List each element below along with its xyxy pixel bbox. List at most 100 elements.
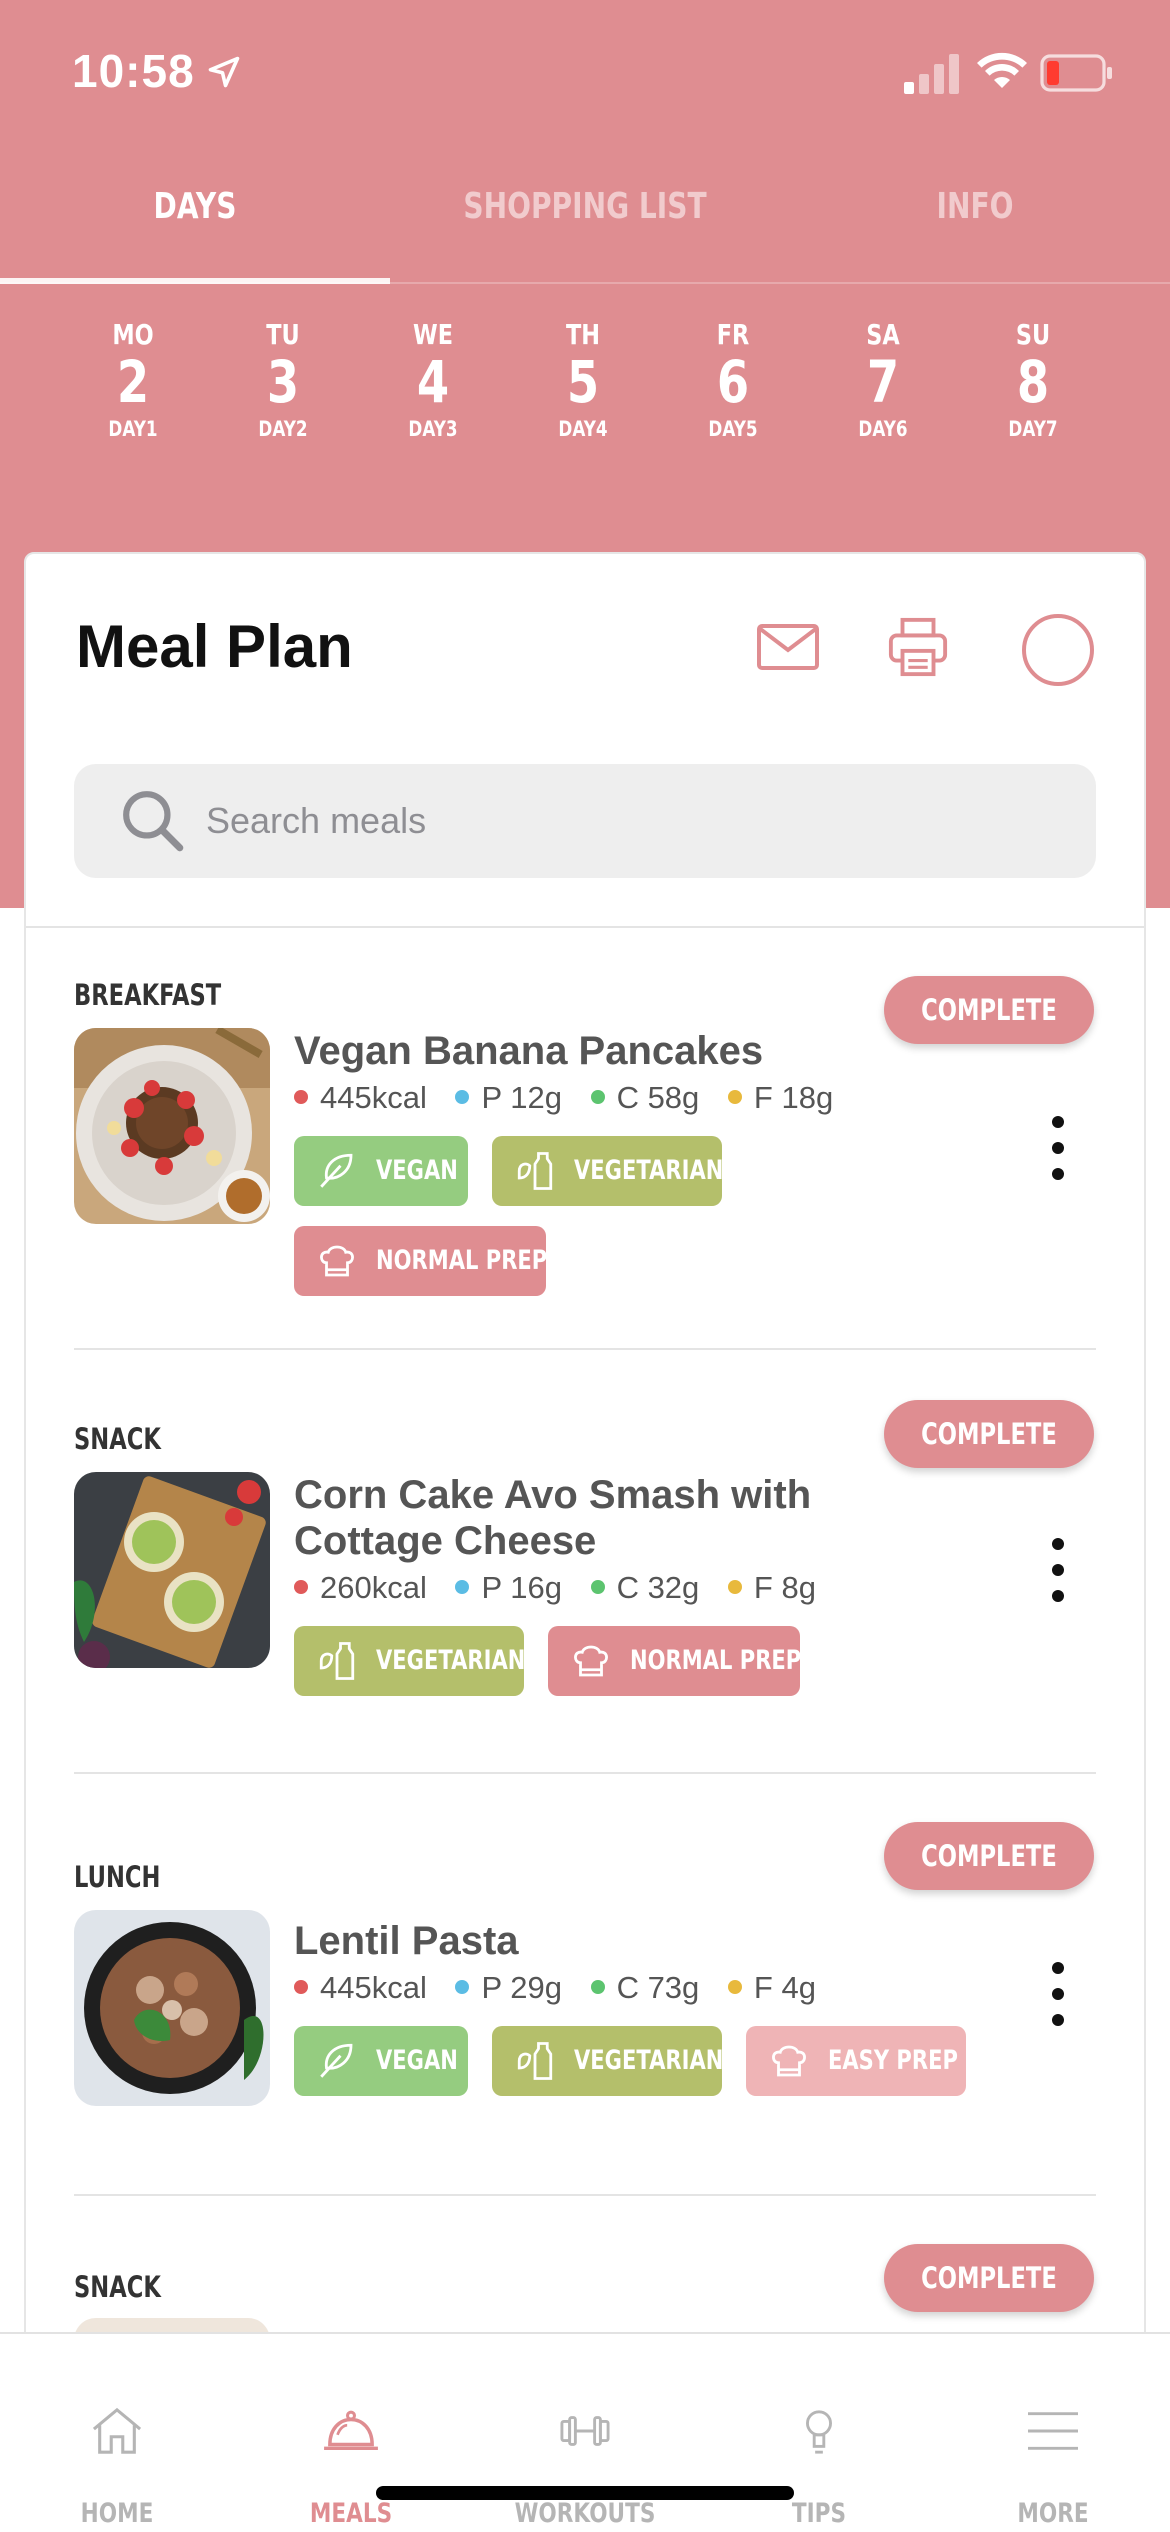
day-selector-su[interactable]: SU 8 DAY7 (958, 318, 1108, 441)
nav-home[interactable]: HOME (0, 2334, 234, 2532)
day-selector-fr[interactable]: FR 6 DAY5 (658, 318, 808, 441)
meal-thumbnail[interactable] (74, 1910, 270, 2106)
carbs-dot (590, 1579, 605, 1594)
more-options-icon[interactable] (1046, 1116, 1070, 1188)
macro-protein: P 16g (481, 1570, 562, 1605)
nav-meals[interactable]: MEALS (234, 2334, 468, 2532)
day-number: 8 (1016, 348, 1050, 416)
day-selector-tu[interactable]: TU 3 DAY2 (208, 318, 358, 441)
search-input[interactable] (206, 792, 1006, 850)
milk-bottle-icon (517, 2042, 553, 2080)
day-name: FR (716, 318, 750, 351)
nav-label: MORE (1017, 2498, 1089, 2529)
location-arrow-icon (208, 56, 240, 88)
pancakes-photo (74, 1028, 270, 1224)
day-name: SA (866, 318, 900, 351)
meal-name[interactable]: Corn Cake Avo Smash with Cottage Cheese (294, 1472, 894, 1564)
carbs-dot (590, 1979, 605, 1994)
day-number: 4 (416, 348, 450, 416)
tag-label: VEGAN (376, 2045, 458, 2076)
milk-bottle-icon (517, 1152, 553, 1190)
nav-label: MEALS (309, 2498, 393, 2529)
lentil-pasta-photo (74, 1910, 270, 2106)
day-name: WE (412, 318, 453, 351)
day-number: 7 (866, 348, 900, 416)
cellular-signal-icon (904, 54, 959, 94)
protein-dot (455, 1979, 470, 1994)
cloche-icon (324, 2410, 378, 2451)
day-selector-th[interactable]: TH 5 DAY4 (508, 318, 658, 441)
macro-protein: P 29g (481, 1970, 562, 2005)
nav-workouts[interactable]: WORKOUTS (468, 2334, 702, 2532)
tag-label: VEGAN (376, 1155, 458, 1186)
macro-kcal: 260kcal (320, 1570, 427, 1605)
more-options-icon[interactable] (1046, 1962, 1070, 2034)
carbs-dot (590, 1089, 605, 1104)
day-selector-we[interactable]: WE 4 DAY3 (358, 318, 508, 441)
search-bar[interactable] (74, 764, 1096, 878)
macro-kcal: 445kcal (320, 1080, 427, 1115)
tag-easy-prep: EASY PREP (746, 2026, 966, 2096)
day-selector-mo[interactable]: MO 2 DAY1 (58, 318, 208, 441)
macro-carbs: C 32g (616, 1570, 700, 1605)
divider (26, 926, 1144, 928)
search-icon (123, 791, 184, 852)
complete-button-label: COMPLETE (921, 993, 1057, 1027)
bottom-nav: HOME MEALS WORKOUTS TIPS MORE (0, 2332, 1170, 2532)
leaf-icon (320, 1153, 353, 1188)
day-label: DAY1 (108, 417, 158, 441)
tab-days[interactable]: DAYS (43, 186, 347, 276)
divider (74, 1348, 1096, 1350)
macro-carbs: C 58g (616, 1080, 700, 1115)
macro-kcal: 445kcal (320, 1970, 427, 2005)
tag-label: VEGETARIAN (574, 2045, 724, 2076)
fat-dot (727, 1089, 742, 1104)
macro-protein: P 12g (481, 1080, 562, 1115)
meal-thumbnail[interactable] (74, 1028, 270, 1224)
nav-tips[interactable]: TIPS (702, 2334, 936, 2532)
meal-name[interactable]: Vegan Banana Pancakes (294, 1028, 894, 1074)
chef-hat-icon (574, 1645, 608, 1677)
meal-thumbnail[interactable] (74, 1472, 270, 1668)
tag-vegan: VEGAN (294, 1136, 468, 1206)
complete-button[interactable]: COMPLETE (884, 2244, 1094, 2312)
tag-normal-prep: NORMAL PREP (548, 1626, 801, 1696)
macro-fat: F 8g (753, 1570, 816, 1605)
tab-shopping-list[interactable]: SHOPPING LIST (433, 186, 737, 276)
meal-name[interactable]: Lentil Pasta (294, 1918, 894, 1964)
nav-label: TIPS (791, 2498, 847, 2529)
protein-dot (455, 1089, 470, 1104)
complete-button[interactable]: COMPLETE (884, 976, 1094, 1044)
mail-icon[interactable] (756, 622, 820, 672)
battery-low-icon (1040, 54, 1112, 92)
day-complete-toggle[interactable] (1022, 614, 1094, 686)
complete-button[interactable]: COMPLETE (884, 1400, 1094, 1468)
day-label: DAY4 (558, 417, 608, 441)
tag-vegetarian: VEGETARIAN (492, 1136, 723, 1206)
nav-more[interactable]: MORE (936, 2334, 1170, 2532)
more-options-icon[interactable] (1046, 1538, 1070, 1610)
tag-label: NORMAL PREP (376, 1245, 548, 1276)
day-number: 3 (266, 348, 300, 416)
meal-type-label: BREAKFAST (74, 978, 222, 1012)
day-selector-sa[interactable]: SA 7 DAY6 (808, 318, 958, 441)
milk-bottle-icon (319, 1642, 355, 1680)
macro-carbs: C 73g (616, 1970, 700, 2005)
home-indicator[interactable] (376, 2486, 794, 2500)
leaf-icon (320, 2043, 353, 2078)
day-label: DAY6 (858, 417, 908, 441)
day-number: 5 (566, 348, 600, 416)
complete-button[interactable]: COMPLETE (884, 1822, 1094, 1890)
day-name: TH (565, 318, 601, 351)
day-number: 2 (116, 348, 150, 416)
meal-macros: 445kcal P 12g C 58g F 18g (294, 1080, 853, 1116)
macro-fat: F 4g (753, 1970, 816, 2005)
status-time: 10:58 (72, 45, 195, 97)
day-name: MO (112, 318, 154, 351)
nav-label: WORKOUTS (514, 2498, 656, 2529)
printer-icon[interactable] (886, 616, 950, 678)
complete-button-label: COMPLETE (921, 2261, 1057, 2295)
tab-info[interactable]: INFO (823, 186, 1127, 276)
meal-type-label: SNACK (74, 2270, 161, 2304)
chef-hat-icon (772, 2045, 806, 2077)
